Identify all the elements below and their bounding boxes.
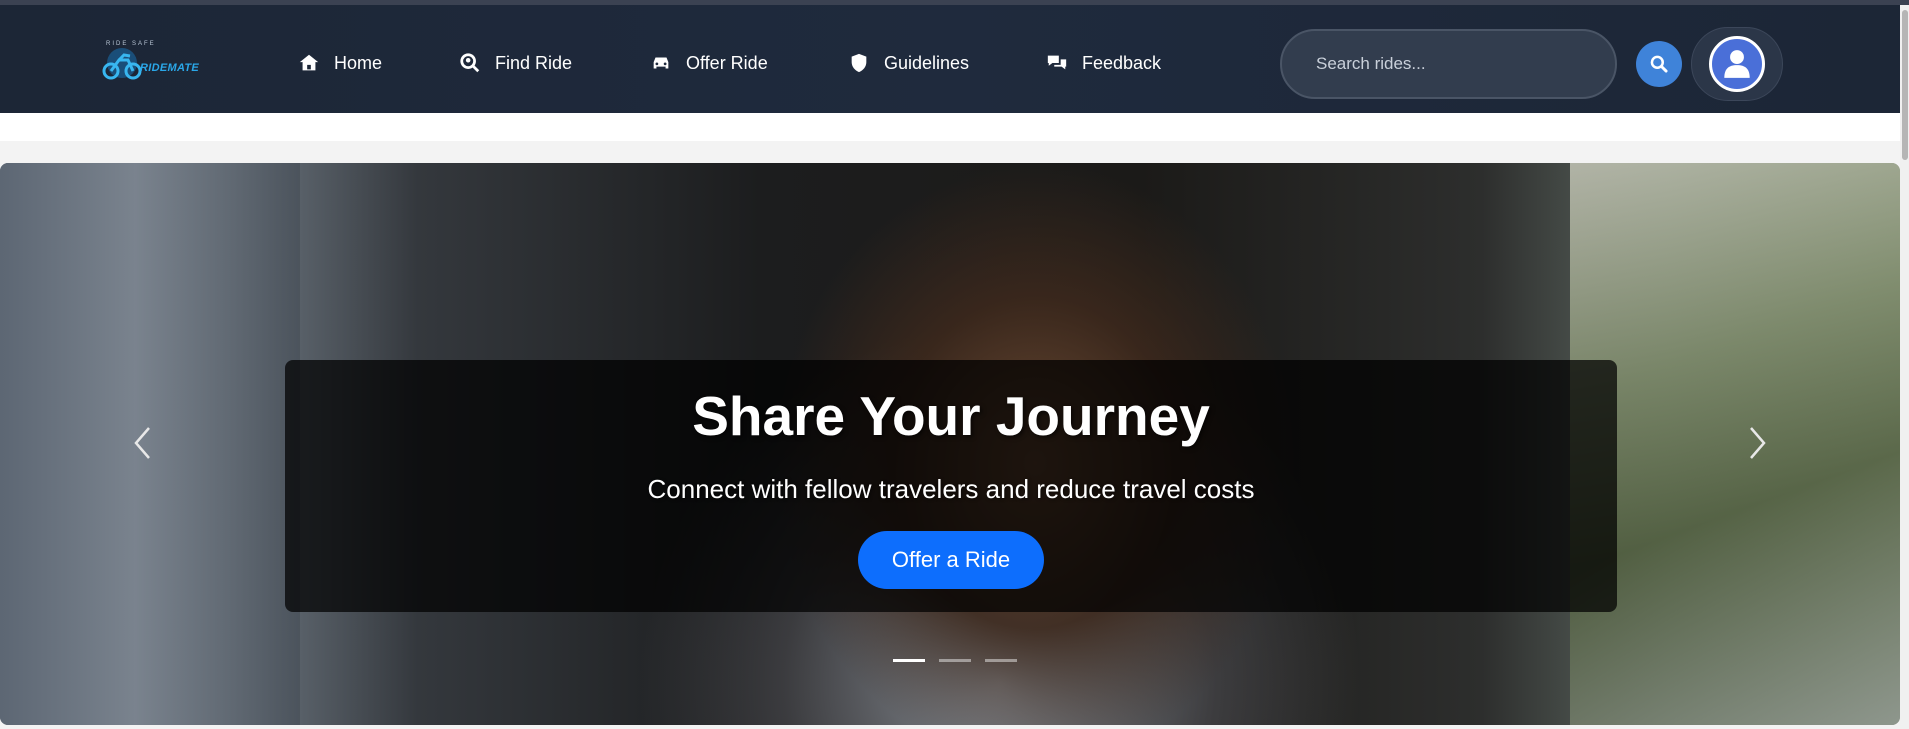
search-button[interactable]: [1636, 41, 1682, 87]
nav-guidelines-label: Guidelines: [884, 52, 970, 73]
nav-find-ride[interactable]: Find Ride: [459, 49, 572, 77]
carousel-prev-button[interactable]: [122, 423, 162, 463]
hero-title: Share Your Journey: [692, 385, 1210, 447]
search-icon: [1650, 55, 1668, 73]
comments-icon: [1047, 55, 1067, 70]
nav-guidelines[interactable]: Guidelines: [848, 49, 969, 77]
offer-ride-button[interactable]: Offer a Ride: [858, 531, 1044, 589]
nav-home[interactable]: Home: [298, 49, 382, 77]
user-menu-button[interactable]: [1691, 27, 1783, 101]
nav-feedback-label: Feedback: [1082, 52, 1162, 73]
car-icon: [653, 57, 669, 69]
hero-subtitle: Connect with fellow travelers and reduce…: [647, 474, 1255, 504]
user-icon: [1724, 50, 1750, 78]
hero-background-window: [1570, 163, 1900, 725]
carousel-indicator-2[interactable]: [939, 659, 971, 662]
brand-name: RIDEMATE: [140, 62, 200, 74]
nav-home-label: Home: [334, 52, 383, 73]
brand-logo[interactable]: RIDE SAFE RIDEMATE: [100, 41, 200, 83]
carousel-caption: Share Your Journey Connect with fellow t…: [285, 360, 1617, 612]
search-input[interactable]: [1282, 31, 1615, 97]
search-box: [1280, 29, 1617, 99]
nav-find-ride-label: Find Ride: [495, 52, 573, 73]
brand-tagline: RIDE SAFE: [106, 41, 156, 47]
carousel-indicator-3[interactable]: [985, 659, 1017, 662]
motorbike-logo-icon: [102, 48, 142, 80]
nav-offer-ride-label: Offer Ride: [686, 52, 768, 73]
subheader-bar: [0, 113, 1900, 141]
carousel-next-button[interactable]: [1738, 423, 1778, 463]
carousel-indicators: [893, 659, 1017, 662]
navbar: RIDE SAFE RIDEMATE Home Find Ride Offer …: [0, 5, 1900, 113]
chevron-left-icon: [134, 427, 150, 459]
nav-feedback[interactable]: Feedback: [1046, 49, 1161, 77]
search-location-icon: [460, 53, 480, 73]
home-icon: [299, 54, 319, 71]
avatar: [1709, 36, 1765, 92]
carousel-indicator-1[interactable]: [893, 659, 925, 662]
scrollbar-thumb[interactable]: [1902, 10, 1908, 160]
shield-icon: [851, 53, 867, 73]
hero-carousel: Share Your Journey Connect with fellow t…: [0, 163, 1900, 725]
chevron-right-icon: [1750, 427, 1766, 459]
nav-offer-ride[interactable]: Offer Ride: [650, 49, 768, 77]
